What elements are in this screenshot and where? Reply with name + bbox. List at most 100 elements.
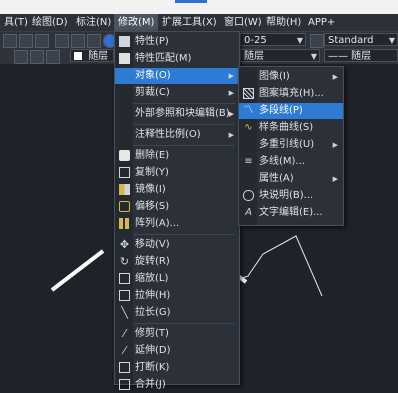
submenu-item-spline[interactable]: ∿ 样条曲线(S) [239,120,343,136]
menu-express-tools[interactable]: 扩展工具(X) [158,14,221,31]
menu-item-label: 偏移(S) [135,201,170,212]
properties-toolbar-icon[interactable] [55,34,69,48]
menu-help[interactable]: 帮助(H) [262,14,305,31]
menu-item-label: 注释性比例(O) [135,129,201,140]
layer-manager-icon[interactable] [14,50,28,64]
menu-item-label: 块说明(B)... [259,190,314,201]
chevron-down-icon: ▼ [388,36,395,45]
offset-icon [119,201,130,212]
menu-item-stretch[interactable]: 拉伸(H) [115,288,239,304]
lineweight-value: —— 随层 [328,51,372,62]
submenu-item-multileader[interactable]: 多重引线(U) ▶ [239,137,343,153]
menu-item-object[interactable]: 对象(O) ▶ [115,68,239,84]
textstyle-value: Standard [328,35,374,46]
zoom-previous-icon[interactable] [35,34,49,48]
menu-item-label: 样条曲线(S) [259,122,314,133]
linetype-value: 随层 [244,51,264,62]
menu-item-array[interactable]: 阵列(A)... [115,216,239,232]
submenu-arrow-icon: ▶ [228,89,234,97]
menu-window[interactable]: 窗口(W) [220,14,266,31]
submenu-item-image[interactable]: 图像(I) ▶ [239,69,343,85]
menu-item-label: 多线(M)... [259,156,305,167]
menu-item-annotative-scale[interactable]: 注释性比例(O) ▶ [115,127,239,143]
submenu-arrow-icon: ▶ [332,141,338,149]
menu-item-rotate[interactable]: ↻ 旋转(R) [115,254,239,270]
menu-item-label: 特性(P) [135,36,169,47]
menu-item-clip[interactable]: 剪裁(C) ▶ [115,85,239,101]
menu-separator [133,145,235,146]
block-icon [243,190,254,201]
eraser-icon [119,150,130,161]
menu-item-label: 多重引线(U) [259,139,315,150]
menu-item-label: 外部参照和块编辑(B) [135,108,230,119]
lineweight-combo[interactable]: —— 随层 [324,49,398,62]
menu-dimension[interactable]: 标注(N) [72,14,115,31]
menu-item-label: 图像(I) [259,71,290,82]
menu-item-match-properties[interactable]: 特性匹配(M) [115,51,239,67]
properties-icon [119,36,130,47]
menu-separator [133,103,235,104]
join-icon [119,379,130,390]
polyline-thick-segment[interactable] [50,249,105,292]
submenu-item-polyline[interactable]: 〽 多段线(P) [239,103,343,119]
stretch-icon [119,290,130,301]
hatch-icon [243,88,254,99]
submenu-item-multiline[interactable]: ≡ 多线(M)... [239,154,343,170]
menu-item-label: 多段线(P) [259,105,303,116]
submenu-item-attribute[interactable]: 属性(A) ▶ [239,171,343,187]
menu-item-mirror[interactable]: 镜像(I) [115,182,239,198]
menu-item-erase[interactable]: 删除(E) [115,148,239,164]
menu-item-copy[interactable]: 复制(Y) [115,165,239,181]
menu-item-label: 拉伸(H) [135,290,171,301]
menu-item-scale[interactable]: 缩放(L) [115,271,239,287]
menu-item-label: 合并(J) [135,379,166,390]
color-swatch [74,52,82,60]
menu-item-label: 旋转(R) [135,256,170,267]
multiline-icon: ≡ [244,156,253,167]
match-properties-icon [119,53,130,64]
menu-item-break[interactable]: 打断(K) [115,360,239,376]
textstyle-combo[interactable]: Standard ▼ [324,33,398,46]
submenu-arrow-icon: ▶ [332,175,338,183]
menu-item-extend[interactable]: ⁄ 延伸(D) [115,343,239,359]
layer-previous-icon[interactable] [46,50,60,64]
tool-palettes-icon[interactable] [87,34,101,48]
menu-item-label: 延伸(D) [135,345,171,356]
spline-icon: ∿ [244,122,253,133]
text-style-icon[interactable] [310,34,324,48]
zoom-realtime-icon[interactable] [3,34,17,48]
menu-item-move[interactable]: ✥ 移动(V) [115,237,239,253]
layer-state-icon[interactable] [30,50,44,64]
menu-item-label: 对象(O) [135,70,171,81]
menu-item-label: 特性匹配(M) [135,53,192,64]
layer-combo[interactable]: 随层 [70,49,114,62]
submenu-item-text-edit[interactable]: A 文字编辑(E)... [239,205,343,221]
menu-separator [133,323,235,324]
move-icon: ✥ [119,238,130,251]
chevron-down-icon: ▼ [310,52,317,61]
menu-item-offset[interactable]: 偏移(S) [115,199,239,215]
menu-item-trim[interactable]: ⁄ 修剪(T) [115,326,239,342]
menu-item-label: 修剪(T) [135,328,169,339]
zoom-window-icon[interactable] [19,34,33,48]
lengthen-icon: ╲ [121,306,128,319]
menu-draw[interactable]: 绘图(D) [28,14,72,31]
menu-item-lengthen[interactable]: ╲ 拉长(G) [115,305,239,321]
menu-separator [133,124,235,125]
menu-item-properties[interactable]: 特性(P) [115,34,239,50]
polyline-thin[interactable] [239,235,323,297]
menu-item-label: 删除(E) [135,150,170,161]
submenu-item-block-description[interactable]: 块说明(B)... [239,188,343,204]
menu-modify[interactable]: 修改(M) [114,14,159,31]
menu-item-join[interactable]: 合并(J) [115,377,239,393]
menu-item-xref-block-edit[interactable]: 外部参照和块编辑(B) ▶ [115,106,239,122]
menu-item-label: 移动(V) [135,239,170,250]
menu-item-label: 剪裁(C) [135,87,170,98]
menu-app[interactable]: APP+ [304,14,339,31]
submenu-item-hatch[interactable]: 图案填充(H)... [239,86,343,102]
text-edit-icon: A [245,207,252,218]
design-center-icon[interactable] [71,34,85,48]
dimstyle-combo[interactable]: 0-25 ▼ [240,33,306,46]
menu-item-label: 复制(Y) [135,167,169,178]
linetype-combo[interactable]: 随层 ▼ [240,49,320,62]
